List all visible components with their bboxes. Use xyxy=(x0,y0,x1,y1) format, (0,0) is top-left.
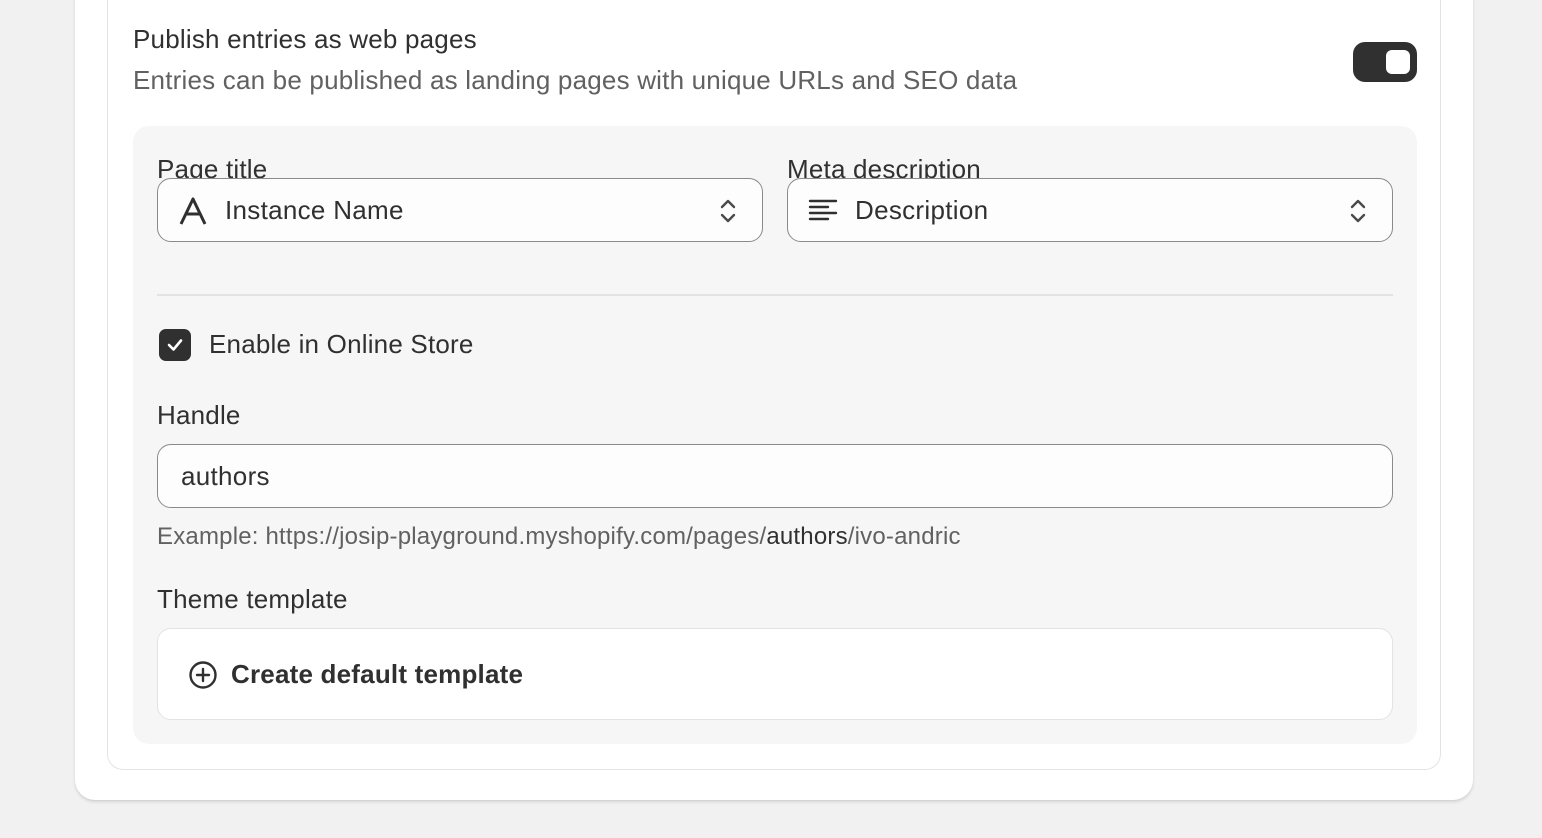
example-handle: authors xyxy=(766,523,848,550)
toggle-knob xyxy=(1386,50,1410,74)
online-store-checkbox[interactable] xyxy=(159,329,191,361)
example-prefix: Example: https://josip-playground.myshop… xyxy=(157,523,767,550)
chevron-up-down-icon xyxy=(720,199,736,223)
page-title-value: Instance Name xyxy=(225,195,404,225)
chevron-up-down-icon xyxy=(1350,199,1366,223)
meta-description-value: Description xyxy=(855,195,989,225)
handle-label: Handle xyxy=(157,400,241,430)
publish-title: Publish entries as web pages xyxy=(133,24,477,54)
handle-example: Example: https://josip-playground.myshop… xyxy=(157,523,961,551)
meta-description-select[interactable]: Description xyxy=(787,178,1393,242)
theme-template-label: Theme template xyxy=(157,584,348,614)
publish-description: Entries can be published as landing page… xyxy=(133,65,1018,95)
text-type-icon xyxy=(179,197,207,225)
web-page-settings-panel: Page title Instance Name Meta descriptio… xyxy=(133,126,1417,744)
divider xyxy=(157,294,1393,296)
publish-toggle[interactable] xyxy=(1353,42,1417,82)
online-store-checkbox-label[interactable]: Enable in Online Store xyxy=(209,329,474,360)
publish-section: Publish entries as web pages Entries can… xyxy=(107,0,1441,770)
settings-card: Publish entries as web pages Entries can… xyxy=(75,0,1473,800)
create-template-button[interactable]: Create default template xyxy=(157,628,1393,720)
handle-input[interactable] xyxy=(157,444,1393,508)
page-title-select[interactable]: Instance Name xyxy=(157,178,763,242)
example-suffix: /ivo-andric xyxy=(847,523,961,550)
text-lines-icon xyxy=(808,199,838,221)
checkmark-icon xyxy=(167,339,183,351)
create-template-label: Create default template xyxy=(231,659,524,689)
plus-circle-icon xyxy=(189,661,217,689)
